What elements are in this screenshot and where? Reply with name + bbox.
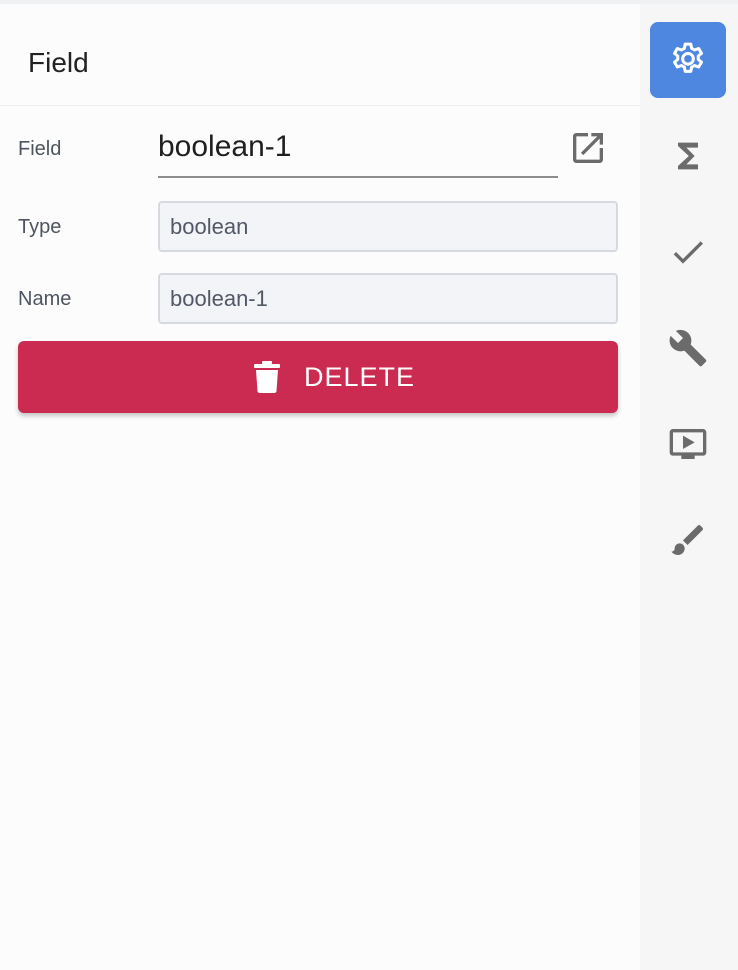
sidebar-calculation-button[interactable] [650, 118, 726, 194]
sidebar-preview-button[interactable] [650, 406, 726, 482]
app-window: Field Field Type Name DELETE [0, 0, 738, 970]
open-external-button[interactable] [568, 128, 608, 168]
delete-button[interactable]: DELETE [18, 341, 618, 413]
field-input-wrapper [158, 118, 558, 178]
sidebar-validation-button[interactable] [650, 214, 726, 290]
field-input[interactable] [158, 127, 556, 167]
type-field [158, 201, 618, 252]
name-input[interactable] [160, 275, 610, 322]
sidebar-advanced-button[interactable] [650, 310, 726, 386]
sigma-icon [678, 142, 698, 170]
wrench-icon [669, 329, 707, 367]
check-icon [673, 241, 703, 264]
panel-header: Field [0, 4, 640, 106]
panel-title: Field [28, 47, 89, 78]
type-label: Type [18, 216, 62, 238]
open-in-new-icon [573, 133, 603, 163]
name-field [158, 273, 618, 324]
type-input[interactable] [160, 203, 610, 250]
trash-icon [254, 361, 280, 393]
sidebar-style-button[interactable] [650, 502, 726, 578]
sidebar-settings-button[interactable] [650, 22, 726, 98]
field-label: Field [18, 138, 62, 160]
gear-icon [673, 42, 703, 73]
slideshow-icon [669, 429, 707, 459]
right-sidebar [640, 4, 738, 970]
name-label: Name [18, 288, 72, 310]
delete-button-label: DELETE [304, 362, 416, 392]
brush-icon [671, 524, 704, 555]
